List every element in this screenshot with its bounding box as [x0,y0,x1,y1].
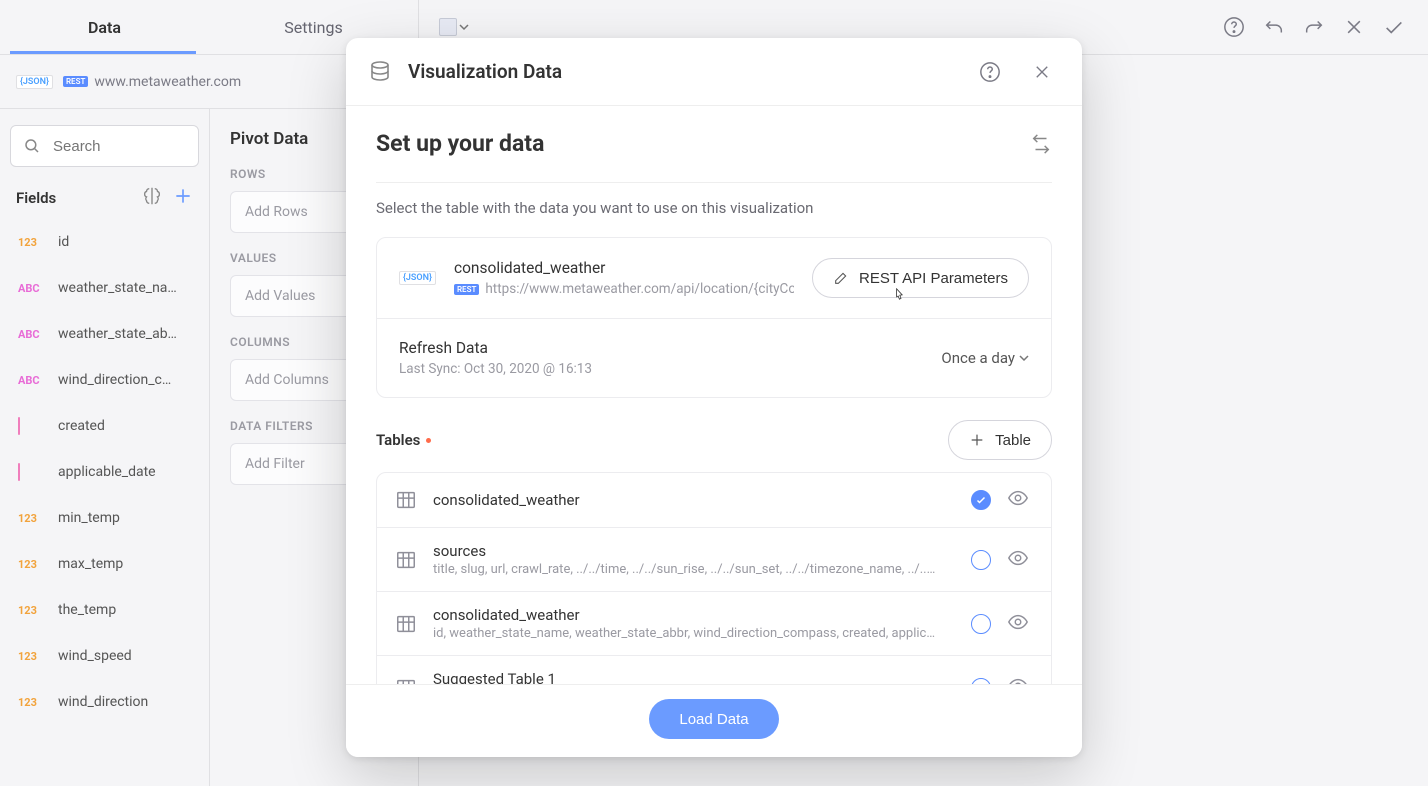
rest-badge: REST [454,284,479,295]
source-card: {JSON} consolidated_weather REST https:/… [376,237,1052,398]
required-indicator [426,438,431,443]
table-row[interactable]: sources title, slug, url, crawl_rate, ../… [377,527,1051,591]
load-data-button[interactable]: Load Data [649,699,778,739]
table-name: consolidated_weather [433,606,955,624]
table-row[interactable]: consolidated_weather id, weather_state_na… [377,591,1051,655]
modal-close-button[interactable] [1024,54,1060,90]
preview-button[interactable] [1007,487,1029,513]
table-name: sources [433,542,955,560]
swap-button[interactable] [1030,130,1052,162]
swap-icon [1030,130,1052,158]
modal-overlay: Visualization Data Set up your data Sele… [0,0,1428,786]
help-icon [979,61,1001,83]
modal-instruction: Select the table with the data you want … [376,199,1052,217]
modal-help-button[interactable] [972,54,1008,90]
rest-api-parameters-label: REST API Parameters [859,270,1008,287]
eye-icon [1007,675,1029,685]
table-select-radio[interactable] [971,490,991,510]
tables-list: consolidated_weathersourcestitle, slug, … [376,472,1052,684]
table-select-radio[interactable] [971,614,991,634]
table-row[interactable]: Suggested Table 1time, sun_rise, sun_set… [377,655,1051,684]
add-table-label: Table [995,432,1031,449]
source-url: https://www.metaweather.com/api/location… [485,281,794,297]
modal-title: Visualization Data [408,60,956,83]
refresh-label: Refresh Data [399,339,923,357]
refresh-rate-selector[interactable]: Once a day [941,349,1029,367]
modal-heading: Set up your data [376,130,544,157]
eye-icon [1007,547,1029,569]
close-icon [1033,63,1051,81]
eye-icon [1007,611,1029,633]
json-badge: {JSON} [399,271,436,285]
table-icon [395,613,417,635]
chevron-down-icon [1019,353,1029,363]
rest-api-parameters-button[interactable]: REST API Parameters [812,258,1029,298]
eye-icon [1007,487,1029,509]
database-icon [368,60,392,84]
last-sync: Last Sync: Oct 30, 2020 @ 16:13 [399,361,923,377]
table-icon [395,549,417,571]
refresh-rate-value: Once a day [941,349,1015,367]
add-table-button[interactable]: Table [948,420,1052,460]
table-name: Suggested Table 1 [433,670,955,684]
plus-icon [969,432,985,448]
edit-icon [833,270,849,286]
table-icon [395,677,417,685]
table-desc: id, weather_state_name, weather_state_ab… [433,626,955,641]
table-select-radio[interactable] [971,550,991,570]
source-name: consolidated_weather [454,259,794,277]
preview-button[interactable] [1007,611,1029,637]
table-desc: title, slug, url, crawl_rate, ../../time… [433,562,955,577]
table-icon [395,489,417,511]
tables-label: Tables [376,431,420,449]
table-name: consolidated_weather [433,491,955,509]
visualization-data-modal: Visualization Data Set up your data Sele… [346,38,1082,757]
preview-button[interactable] [1007,675,1029,685]
table-row[interactable]: consolidated_weather [377,473,1051,527]
preview-button[interactable] [1007,547,1029,573]
